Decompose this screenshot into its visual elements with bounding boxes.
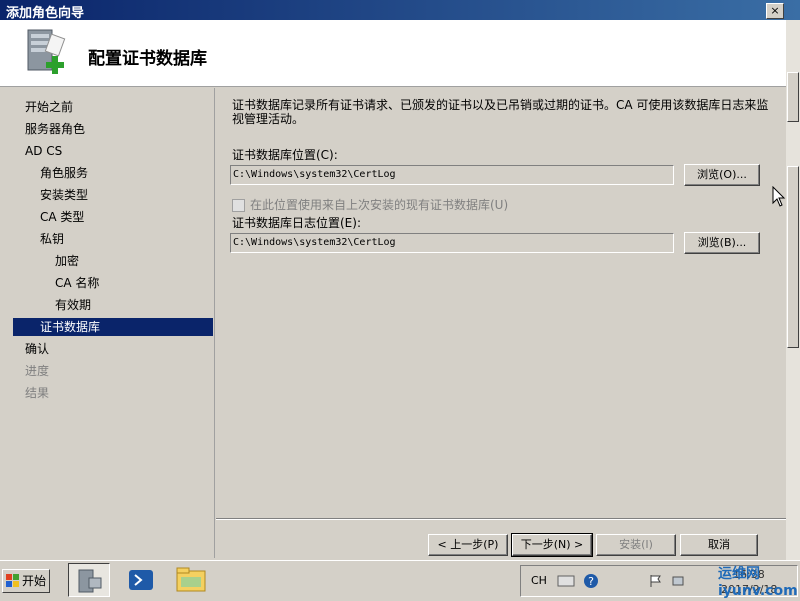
- server-add-icon: [27, 29, 66, 74]
- flag-icon[interactable]: [649, 574, 663, 588]
- close-icon: ×: [770, 4, 780, 17]
- nav-item-progress: 进度: [25, 364, 50, 378]
- network-icon[interactable]: [671, 573, 687, 589]
- footer-divider: [216, 518, 786, 520]
- folder-icon: [176, 567, 206, 592]
- svg-text:?: ?: [588, 575, 594, 588]
- log-location-label: 证书数据库日志位置(E):: [232, 216, 361, 230]
- powershell-icon: [129, 570, 153, 590]
- nav-item-certificate-database[interactable]: 证书数据库: [13, 318, 213, 336]
- browse-db-button[interactable]: 浏览(O)...: [684, 164, 760, 186]
- back-button[interactable]: < 上一步(P): [428, 534, 508, 556]
- close-button[interactable]: ×: [766, 3, 784, 19]
- reuse-database-checkbox[interactable]: 在此位置使用来自上次安装的现有证书数据库(U): [232, 196, 508, 213]
- browse-log-button[interactable]: 浏览(B)...: [684, 232, 760, 254]
- title-bar: 添加角色向导 ×: [0, 0, 800, 21]
- reuse-database-label: 在此位置使用来自上次安装的现有证书数据库(U): [250, 198, 509, 212]
- nav-item-server-roles[interactable]: 服务器角色: [0, 120, 239, 138]
- page-description: 证书数据库记录所有证书请求、已颁发的证书以及已吊销或过期的证书。CA 可使用该数…: [232, 98, 769, 126]
- db-location-label: 证书数据库位置(C):: [232, 148, 338, 162]
- wizard-nav: 开始之前 服务器角色 AD CS 角色服务 安装类型 CA 类型 私钥 加密 C…: [0, 88, 215, 558]
- checkbox-box[interactable]: [232, 199, 245, 212]
- watermark-logo: 运维网 iyunv.com: [718, 566, 798, 599]
- db-location-field[interactable]: C:\Windows\system32\CertLog: [230, 165, 674, 185]
- taskbar-powershell[interactable]: [120, 563, 162, 597]
- nav-item-results: 结果: [25, 386, 50, 400]
- help-icon[interactable]: ?: [583, 573, 599, 589]
- window-title: 添加角色向导: [6, 6, 85, 21]
- vertical-scrollbar[interactable]: [786, 20, 800, 560]
- start-button[interactable]: 开始: [2, 569, 50, 593]
- scroll-thumb[interactable]: [787, 72, 799, 122]
- language-indicator[interactable]: CH: [531, 574, 547, 587]
- nav-item-confirmation[interactable]: 确认: [0, 340, 239, 358]
- wizard-content: 证书数据库记录所有证书请求、已颁发的证书以及已吊销或过期的证书。CA 可使用该数…: [216, 88, 786, 518]
- page-title: 配置证书数据库: [88, 49, 207, 69]
- install-button: 安装(I): [596, 534, 676, 556]
- taskbar-server-manager[interactable]: [68, 563, 110, 597]
- taskbar-explorer[interactable]: [170, 563, 212, 597]
- taskbar: 开始 CH ? 16:38 2017/2/18 运维网 iyunv.com: [0, 560, 800, 601]
- nav-item-ad-cs[interactable]: AD CS: [0, 142, 239, 160]
- windows-logo-icon: [6, 574, 19, 587]
- keyboard-icon[interactable]: [557, 574, 575, 588]
- server-manager-icon: [78, 569, 102, 593]
- scroll-thumb-lower[interactable]: [787, 166, 799, 348]
- cancel-button[interactable]: 取消: [680, 534, 758, 556]
- nav-item-before-you-begin[interactable]: 开始之前: [0, 98, 239, 116]
- next-button[interactable]: 下一步(N) >: [511, 533, 593, 557]
- start-label: 开始: [22, 574, 47, 588]
- log-location-field[interactable]: C:\Windows\system32\CertLog: [230, 233, 674, 253]
- mouse-cursor-icon: [772, 186, 786, 207]
- wizard-header: 配置证书数据库: [0, 20, 786, 87]
